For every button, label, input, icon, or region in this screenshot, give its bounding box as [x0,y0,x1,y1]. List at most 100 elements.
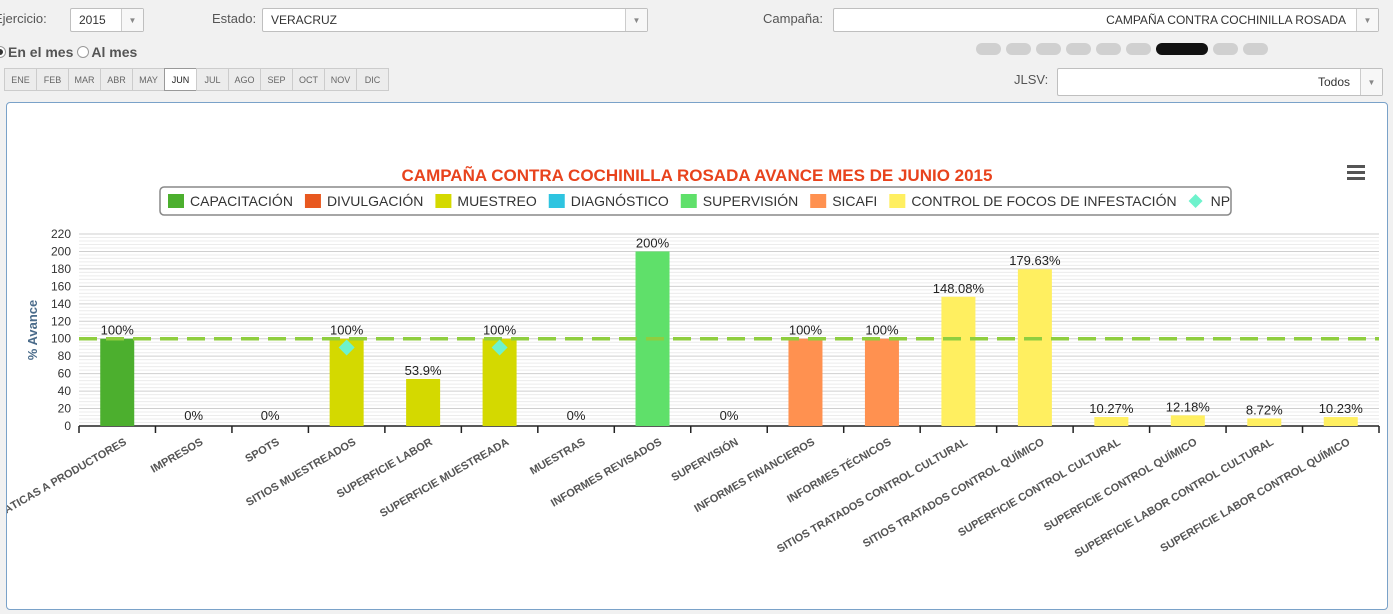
estado-value: VERACRUZ [271,13,338,27]
data-label: 0% [567,408,586,423]
y-tick-label: 80 [58,349,72,363]
pager-dot[interactable] [1213,43,1238,55]
y-tick-label: 60 [58,367,72,381]
ejercicio-label: Ejercicio: [0,11,47,26]
ejercicio-select[interactable]: 2015 ▼ [70,8,144,32]
x-category-label: MUESTRAS [528,436,587,477]
x-category-label: SUPERVISIÓN [669,435,740,484]
menu-icon[interactable] [1347,165,1365,181]
legend-marker [435,194,452,208]
y-tick-label: 0 [64,419,71,433]
jlsv-label: JLSV: [1014,72,1049,87]
x-category-label: IMPRESOS [149,436,205,475]
legend-marker [548,194,565,208]
legend-label: NP [1211,193,1230,209]
legend-marker [810,194,827,208]
estado-label: Estado: [212,11,257,26]
bar-chart: CAMPAÑA CONTRA COCHINILLA ROSADA AVANCE … [7,165,1380,560]
data-label: 148.08% [933,281,985,296]
data-label: 0% [184,408,203,423]
data-label: 0% [720,408,739,423]
data-label: 200% [636,235,670,250]
radio-en-mes-label: En el mes [8,44,74,60]
legend-marker [680,194,697,208]
y-tick-label: 40 [58,384,72,398]
x-category-label: SUPERFICIE CONTROL CULTURAL [956,436,1123,539]
data-label: 0% [261,408,280,423]
bar [1247,418,1282,426]
chevron-down-icon[interactable]: ▼ [625,9,647,31]
campana-select[interactable]: CAMPAÑA CONTRA COCHINILLA ROSADA ▼ [833,8,1379,32]
month-tab-mar[interactable]: MAR [68,68,101,91]
month-tab-ago[interactable]: AGO [228,68,261,91]
x-category-label: SUPERFICIE MUESTREADA [378,436,511,520]
estado-select[interactable]: VERACRUZ ▼ [262,8,648,32]
pager-dot[interactable] [1156,43,1208,55]
y-tick-label: 220 [51,227,71,241]
pager-dots [976,43,1268,55]
x-category-label: SPOTS [243,436,281,465]
data-label: 100% [483,323,517,338]
bar [406,378,441,426]
chevron-down-icon[interactable]: ▼ [121,9,143,31]
y-tick-label: 100 [51,332,71,346]
y-axis-label: % Avance [25,300,40,360]
bar [1017,269,1052,426]
chart-title: CAMPAÑA CONTRA COCHINILLA ROSADA AVANCE … [402,165,993,185]
bar [1094,417,1129,426]
y-tick-label: 200 [51,244,71,258]
data-label: 179.63% [1009,253,1061,268]
legend-marker [304,194,321,208]
data-label: 53.9% [405,363,442,378]
bar [788,338,823,426]
pager-dot[interactable] [1126,43,1151,55]
radio-en-mes[interactable] [0,46,6,58]
pager-dot[interactable] [1096,43,1121,55]
pager-dot[interactable] [976,43,1001,55]
month-tab-nov[interactable]: NOV [324,68,357,91]
legend-marker [168,194,184,208]
campana-label: Campaña: [763,11,823,26]
chevron-down-icon[interactable]: ▼ [1360,69,1382,95]
data-label: 100% [865,323,899,338]
data-label: 10.23% [1319,401,1364,416]
campana-value: CAMPAÑA CONTRA COCHINILLA ROSADA [1106,13,1346,27]
month-tabs: ENE FEB MAR ABR MAY JUN JUL AGO SEP OCT NOV DIC [4,68,389,91]
data-label: 12.18% [1166,399,1211,414]
legend-label: CONTROL DE FOCOS DE INFESTACIÓN [911,193,1176,209]
chevron-down-icon[interactable]: ▼ [1356,9,1378,31]
legend-label: MUESTREO [457,193,536,209]
y-tick-label: 180 [51,262,71,276]
y-tick-label: 120 [51,314,71,328]
data-label: 100% [101,323,135,338]
month-tab-dic[interactable]: DIC [356,68,389,91]
data-label: 100% [789,323,823,338]
legend-label: DIVULGACIÓN [327,193,423,209]
legend-label: CAPACITACIÓN [190,193,293,209]
pager-dot[interactable] [1243,43,1268,55]
data-label: 100% [330,323,364,338]
pager-dot[interactable] [1066,43,1091,55]
pager-dot[interactable] [1036,43,1061,55]
data-label: 10.27% [1089,401,1134,416]
month-tab-jul[interactable]: JUL [196,68,229,91]
legend-label: DIAGNÓSTICO [571,193,669,209]
month-tab-jun[interactable]: JUN [164,68,197,91]
period-radio-group: En el mes Al mes [0,44,137,60]
y-tick-label: 140 [51,297,71,311]
month-tab-may[interactable]: MAY [132,68,165,91]
x-category-label: SUPERFICIE CONTROL QUÍMICO [1042,435,1200,534]
month-tab-sep[interactable]: SEP [260,68,293,91]
month-tab-abr[interactable]: ABR [100,68,133,91]
month-tab-feb[interactable]: FEB [36,68,69,91]
jlsv-select[interactable]: Todos ▼ [1057,68,1383,96]
legend-label: SUPERVISIÓN [703,193,798,209]
pager-dot[interactable] [1006,43,1031,55]
radio-al-mes-label: Al mes [91,44,138,60]
month-tab-ene[interactable]: ENE [4,68,37,91]
bar [941,296,976,426]
radio-al-mes[interactable] [77,46,90,58]
month-tab-oct[interactable]: OCT [292,68,325,91]
chart-panel: CAMPAÑA CONTRA COCHINILLA ROSADA AVANCE … [6,102,1388,610]
bar [864,338,899,426]
